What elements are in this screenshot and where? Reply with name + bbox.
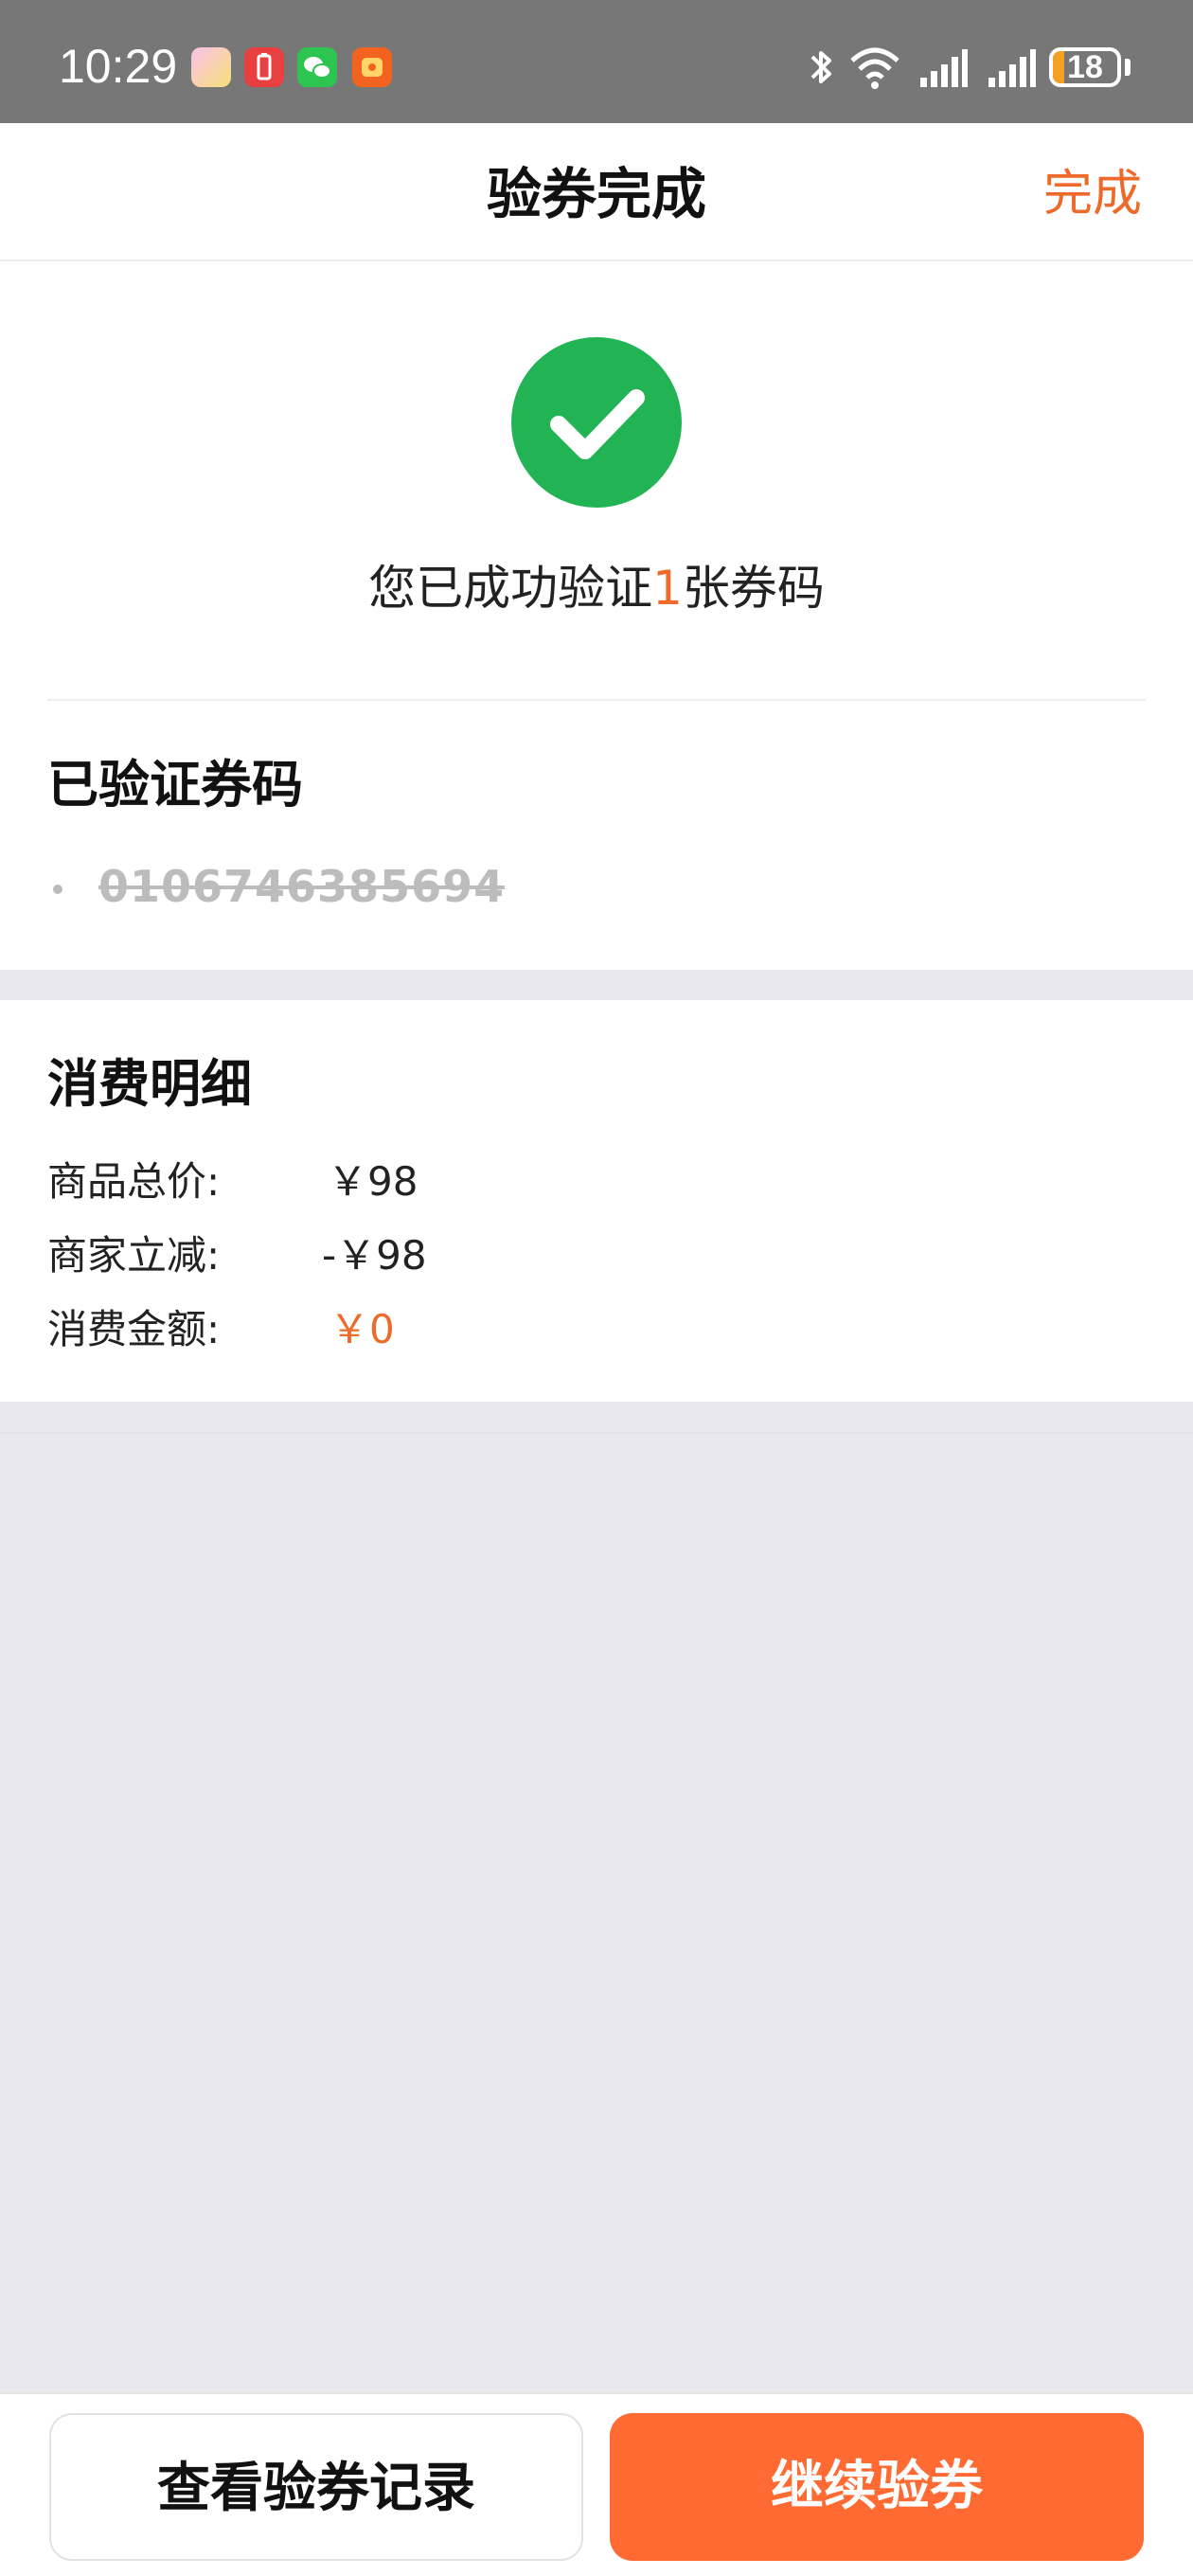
payment-amount-label: 消费金额: (47, 1306, 221, 1352)
view-records-button[interactable]: 查看验券记录 (49, 2413, 583, 2561)
battery-icon: 18 (1049, 47, 1121, 87)
verified-code: 0106746385694 (98, 861, 506, 912)
divider (47, 699, 1146, 701)
verify-complete-page: 10:29 18 验券完成 完成 您已成功验证1张券码 已验证券码 010674… (0, 0, 1193, 2576)
done-button[interactable]: 完成 (1043, 163, 1142, 225)
continue-verify-button[interactable]: 继续验券 (610, 2413, 1144, 2561)
success-prefix: 您已成功验证 (368, 561, 653, 616)
bottom-action-bar: 查看验券记录 继续验券 (0, 2392, 1193, 2576)
success-message: 您已成功验证1张券码 (0, 557, 1193, 619)
nav-bar: 验券完成 完成 (0, 123, 1193, 261)
notification-app-icon (352, 47, 392, 87)
verify-result-section: 您已成功验证1张券码 已验证券码 0106746385694 (0, 261, 1193, 970)
total-price-label: 商品总价: (47, 1158, 221, 1205)
status-time: 10:29 (59, 40, 178, 93)
bluetooth-icon (810, 51, 831, 83)
wechat-icon (297, 47, 337, 87)
divider (0, 1432, 1193, 1434)
payment-amount-value: ￥0 (329, 1306, 395, 1352)
success-count: 1 (652, 561, 683, 616)
list-bullet (53, 885, 62, 894)
consumption-detail-section: 消费明细 商品总价: ￥98 商家立减: -￥98 消费金额: ￥0 (0, 1000, 1193, 1402)
app-icon-pink (191, 47, 231, 87)
battery-level: 18 (1067, 49, 1103, 85)
success-suffix: 张券码 (682, 561, 825, 616)
battery-tip (1125, 59, 1131, 76)
signal-icon (988, 49, 1036, 87)
page-title: 验券完成 (486, 162, 706, 226)
battery-saver-icon (244, 47, 284, 87)
verified-codes-title: 已验证券码 (47, 755, 303, 814)
success-check-icon (511, 337, 682, 508)
consumption-detail-title: 消费明细 (47, 1054, 252, 1114)
wifi-icon (850, 47, 899, 89)
total-price-value: ￥98 (328, 1158, 418, 1205)
status-bar: 10:29 18 (0, 0, 1193, 123)
merchant-discount-label: 商家立减: (47, 1232, 221, 1279)
merchant-discount-value: -￥98 (322, 1232, 427, 1279)
signal-icon (920, 49, 968, 87)
